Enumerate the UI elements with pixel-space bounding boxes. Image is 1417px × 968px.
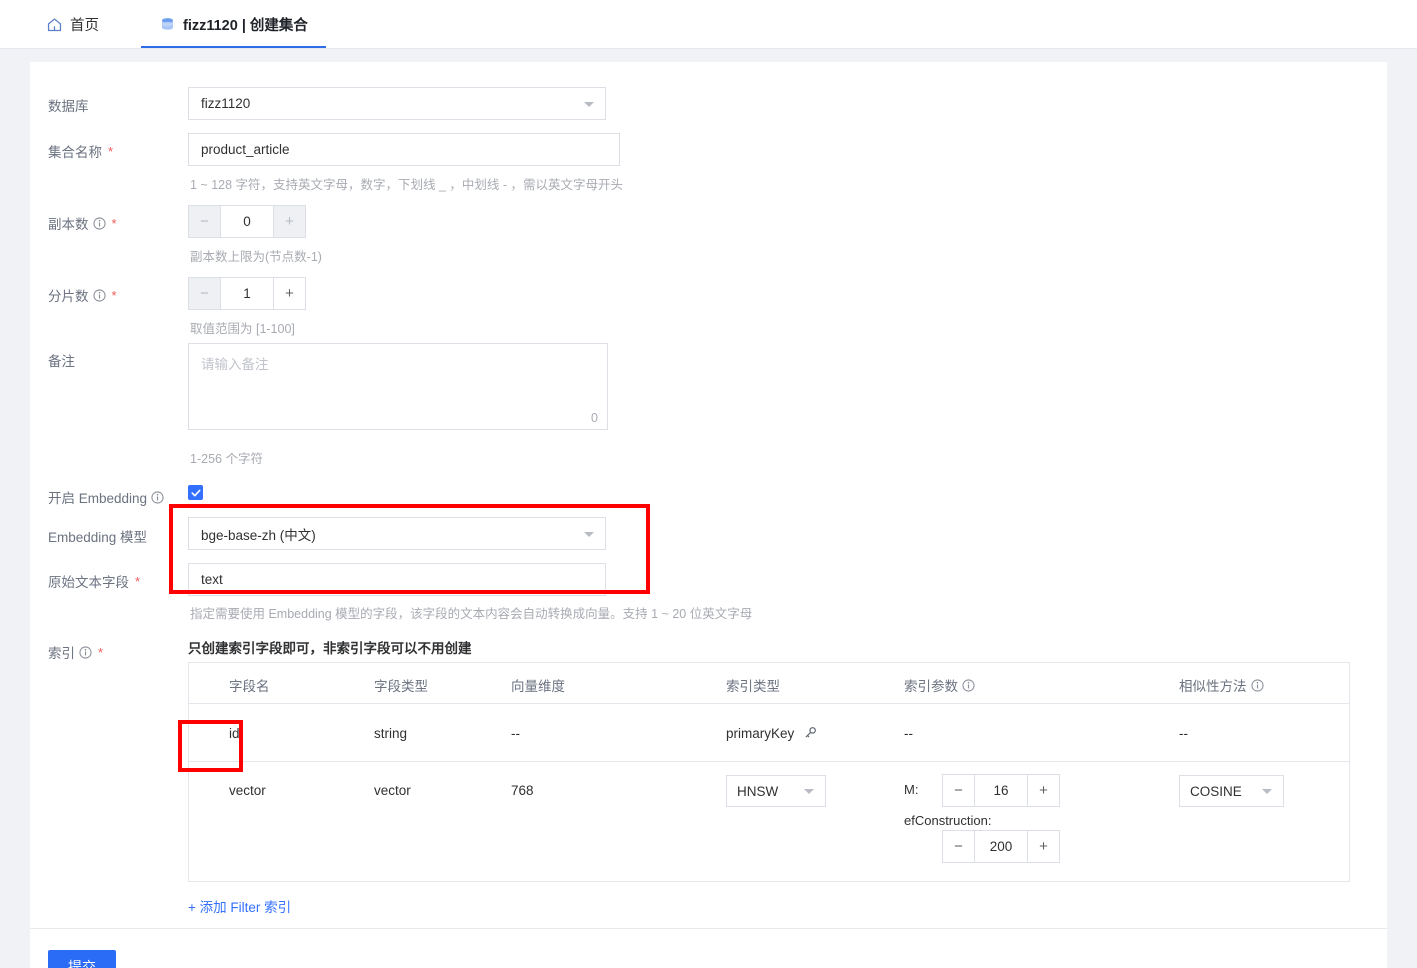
home-icon [46,16,63,33]
remark-textarea-wrap: 0 [188,343,608,430]
shards-stepper[interactable]: − 1 + [188,277,306,310]
required-mark: * [135,573,141,589]
similarity-select[interactable]: COSINE [1179,775,1284,807]
database-icon [159,16,176,33]
info-icon[interactable] [1250,678,1264,692]
info-icon[interactable] [151,490,164,504]
tab-create-collection[interactable]: fizz1120 | 创建集合 [141,0,326,48]
label-index: 索引 * [48,644,104,662]
submit-button[interactable]: 提交 [48,950,116,968]
index-type-value: HNSW [737,783,779,799]
chevron-down-icon [584,101,594,107]
cell-index-type: primaryKey [726,726,817,741]
param-ef-minus-button[interactable]: − [943,831,974,862]
tab-bar: 首页 fizz1120 | 创建集合 [0,0,1417,49]
required-mark: * [111,215,117,231]
label-remark: 备注 [48,354,75,369]
check-icon [190,489,200,496]
index-type-select[interactable]: HNSW [726,775,826,807]
info-icon[interactable] [92,288,106,302]
tab-create-collection-label: fizz1120 | 创建集合 [183,17,308,34]
required-mark: * [108,143,114,159]
chevron-down-icon [1262,789,1272,794]
table-row: vector vector 768 HNSW M: − 16 + efConst… [189,762,1349,882]
label-replicas: 副本数 * [48,215,117,233]
cell-field-type: string [374,726,408,741]
shards-hint: 取值范围为 [1-100] [190,322,295,336]
chevron-down-icon [804,789,814,794]
th-field-name: 字段名 [229,679,270,694]
label-enable-embedding: 开启 Embedding [48,487,164,507]
label-source-text-field: 原始文本字段 * [48,573,141,591]
th-similarity: 相似性方法 [1179,675,1264,695]
th-dimension: 向量维度 [511,679,565,694]
param-m-plus-button[interactable]: + [1028,775,1059,806]
replicas-stepper[interactable]: − 0 + [188,205,306,238]
collection-name-hint: 1 ~ 128 字符，支持英文字母，数字，下划线 _ ，中划线 - ，需以英文字… [190,178,624,192]
param-ef-stepper[interactable]: − 200 + [942,830,1060,863]
info-icon[interactable] [962,678,975,692]
param-ef-plus-button[interactable]: + [1028,831,1059,862]
index-table-header: 字段名 字段类型 向量维度 索引类型 索引参数 相似性方法 [189,663,1349,704]
remark-hint: 1-256 个字符 [190,452,263,466]
remark-char-count: 0 [591,411,598,425]
embedding-model-value: bge-base-zh (中文) [201,527,316,543]
form-card: 数据库 fizz1120 集合名称 * 1 ~ 128 字符，支持英文字母，数字… [30,62,1387,968]
page-body: 数据库 fizz1120 集合名称 * 1 ~ 128 字符，支持英文字母，数字… [0,49,1417,968]
cell-field-name: vector [229,783,266,798]
shards-minus-button[interactable]: − [189,278,220,309]
tab-home[interactable]: 首页 [28,0,117,48]
cell-field-name: id [229,726,240,741]
param-m-value[interactable]: 16 [974,775,1028,806]
enable-embedding-checkbox[interactable] [188,485,203,500]
info-icon[interactable] [92,216,106,230]
th-field-type: 字段类型 [374,679,428,694]
database-select-value: fizz1120 [201,96,251,111]
required-mark: * [98,644,104,660]
embedding-model-select[interactable]: bge-base-zh (中文) [188,517,606,550]
source-text-field-hint: 指定需要使用 Embedding 模型的字段，该字段的文本内容会自动转换成向量。… [190,607,753,621]
database-select[interactable]: fizz1120 [188,87,606,120]
info-icon[interactable] [79,645,92,659]
param-ef-value[interactable]: 200 [974,831,1028,862]
shards-plus-button[interactable]: + [274,278,305,309]
tab-home-label: 首页 [70,17,99,34]
param-m-stepper[interactable]: − 16 + [942,774,1060,807]
cell-index-params: -- [904,726,913,741]
shards-value[interactable]: 1 [220,278,274,309]
replicas-plus-button[interactable]: + [274,206,305,237]
th-index-params: 索引参数 [904,675,975,695]
add-filter-index-link[interactable]: + 添加 Filter 索引 [188,896,291,916]
label-shards: 分片数 * [48,287,117,305]
param-m-minus-button[interactable]: − [943,775,974,806]
param-m-label: M: [904,782,919,797]
label-embedding-model: Embedding 模型 [48,530,148,545]
th-index-type: 索引类型 [726,679,780,694]
footer-divider [30,928,1387,929]
chevron-down-icon [584,531,594,537]
label-database: 数据库 [48,99,89,114]
cell-similarity: -- [1179,726,1188,741]
cell-dimension: 768 [511,783,534,798]
key-icon [803,726,817,740]
index-note: 只创建索引字段即可，非索引字段可以不用创建 [188,641,472,656]
source-text-field-input[interactable] [188,563,606,596]
similarity-value: COSINE [1190,783,1242,799]
cell-dimension: -- [511,726,520,741]
index-table: 字段名 字段类型 向量维度 索引类型 索引参数 相似性方法 id string … [188,662,1350,882]
table-row: id string -- primaryKey -- -- [189,704,1349,762]
collection-name-input[interactable] [188,133,620,166]
replicas-minus-button[interactable]: − [189,206,220,237]
label-collection-name: 集合名称 * [48,143,114,161]
replicas-hint: 副本数上限为(节点数-1) [190,250,322,264]
cell-field-type: vector [374,783,411,798]
remark-textarea[interactable] [189,344,607,429]
param-ef-label: efConstruction: [904,813,992,828]
required-mark: * [111,287,117,303]
replicas-value[interactable]: 0 [220,206,274,237]
